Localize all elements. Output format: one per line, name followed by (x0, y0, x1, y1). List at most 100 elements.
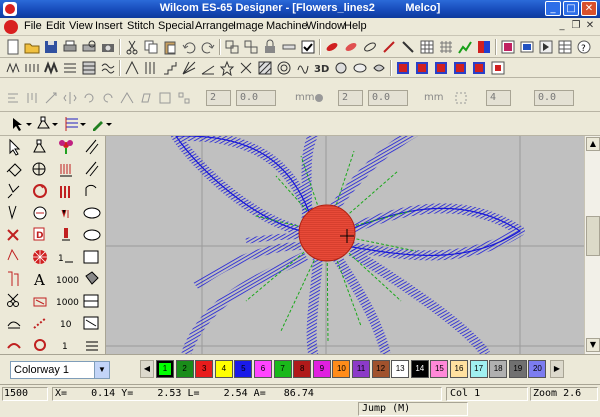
3d-icon[interactable]: 3D (314, 60, 330, 76)
rotate-right-icon[interactable] (100, 90, 116, 106)
menu-special[interactable]: Special (158, 20, 194, 32)
thread-swatch[interactable]: 4 (214, 360, 233, 378)
colorway-select[interactable]: Colorway 1 ▼ (10, 361, 110, 379)
run-stitch-icon[interactable] (24, 60, 40, 76)
document-menu-icon[interactable] (4, 20, 18, 34)
colorful-block-4-icon[interactable] (452, 60, 468, 76)
stipple-icon[interactable] (295, 60, 311, 76)
net-fill-icon[interactable] (33, 250, 47, 264)
close-button[interactable]: ✕ (581, 1, 597, 16)
star-fill-icon[interactable] (219, 60, 235, 76)
oval-icon[interactable] (83, 207, 101, 219)
paste-icon[interactable] (162, 39, 178, 55)
appliqué-icon[interactable] (352, 60, 368, 76)
pattern-icon[interactable] (8, 271, 19, 286)
grid-icon[interactable] (438, 39, 454, 55)
thread-swatch[interactable]: 15 (430, 360, 449, 378)
satin-icon[interactable] (8, 205, 17, 220)
thread-swatch[interactable]: 7 (273, 360, 292, 378)
width-value-field[interactable]: 0.0 (236, 90, 276, 106)
minimize-button[interactable]: _ (545, 1, 561, 16)
needle-icon[interactable] (381, 39, 397, 55)
number-icon[interactable]: 1000 (56, 276, 79, 286)
spacing-icon[interactable] (311, 90, 327, 106)
menu-help[interactable]: Help (344, 20, 367, 32)
thread-swatch[interactable]: 1 (156, 360, 174, 378)
bottom2-icon[interactable] (86, 341, 98, 351)
grid-icon[interactable] (83, 316, 99, 330)
chevron-down-icon[interactable]: ▼ (94, 362, 109, 378)
design-list-icon[interactable] (500, 39, 516, 55)
color-blend-icon[interactable] (476, 39, 492, 55)
thread-swatch[interactable]: 19 (508, 360, 527, 378)
chart-icon[interactable] (457, 39, 473, 55)
line-icon[interactable] (85, 139, 99, 155)
thread-swatch[interactable]: 8 (293, 360, 312, 378)
rotate-icon[interactable] (33, 184, 47, 198)
menu-window[interactable]: Window (306, 20, 345, 32)
scroll-up-icon[interactable]: ▲ (586, 137, 600, 151)
scale-icon[interactable]: 1000 (56, 298, 79, 308)
thread-swatch[interactable]: 13 (391, 360, 410, 378)
stitch-angle-icon[interactable] (64, 116, 88, 132)
palette-prev-icon[interactable]: ◀ (140, 360, 154, 378)
copy-icon[interactable] (143, 39, 159, 55)
grid-icon[interactable] (83, 294, 99, 308)
digitize-icon[interactable] (32, 162, 46, 176)
menu-edit[interactable]: Edit (46, 20, 65, 32)
thread-swatch[interactable]: 11 (352, 360, 370, 378)
thread-swatch[interactable]: 18 (489, 360, 508, 378)
maximize-button[interactable]: □ (563, 1, 579, 16)
curve-icon[interactable] (33, 206, 47, 220)
colorful-block-5-icon[interactable] (471, 60, 487, 76)
arc-icon[interactable] (85, 161, 99, 177)
height-value-field[interactable]: 0.0 (368, 90, 408, 106)
sequin-icon[interactable] (333, 60, 349, 76)
cross-stitch-icon[interactable] (238, 60, 254, 76)
hatch-fill-icon[interactable] (257, 60, 273, 76)
print-preview-icon[interactable] (81, 39, 97, 55)
bead-icon[interactable] (371, 60, 387, 76)
radial-fill-icon[interactable] (200, 60, 216, 76)
repeat-value-field[interactable]: 0.0 (534, 90, 574, 106)
stamp-icon[interactable] (7, 321, 21, 329)
scroll-down-icon[interactable]: ▼ (586, 338, 600, 352)
thread-swatch[interactable]: 12 (371, 360, 390, 378)
mdi-restore-button[interactable]: ❐ (570, 20, 582, 31)
menu-arrange[interactable]: Arrange (195, 20, 234, 32)
stitch-icon[interactable] (60, 164, 72, 177)
help-icon[interactable]: ? (576, 39, 592, 55)
motif-icon[interactable] (61, 209, 69, 218)
mirror-vertical-icon[interactable] (62, 90, 78, 106)
reshape-icon[interactable] (33, 139, 46, 153)
colorful-block-1-icon[interactable] (395, 60, 411, 76)
measure-icon[interactable] (281, 39, 297, 55)
chain-icon[interactable] (33, 317, 47, 329)
ring-icon[interactable] (34, 339, 46, 351)
sequence-icon[interactable] (62, 228, 70, 241)
checkbox-icon[interactable] (300, 39, 316, 55)
menu-view[interactable]: View (69, 20, 93, 32)
vertical-scrollbar[interactable]: ▲ ▼ (584, 136, 600, 354)
outline-leaf-icon[interactable] (362, 39, 378, 55)
palette-grid-icon[interactable] (419, 39, 435, 55)
design-canvas[interactable] (106, 136, 584, 354)
thread-swatch[interactable]: 9 (312, 360, 331, 378)
zigzag-fill-icon[interactable] (124, 60, 140, 76)
thread-swatch[interactable]: 10 (332, 360, 351, 378)
rectangle-icon[interactable] (83, 250, 99, 264)
column-icon[interactable] (60, 186, 70, 198)
select-icon[interactable] (9, 138, 21, 156)
group-icon[interactable] (224, 39, 240, 55)
menu-stitch[interactable]: Stitch (127, 20, 155, 32)
stitch-player-icon[interactable] (538, 39, 554, 55)
pen-icon[interactable] (90, 116, 114, 132)
thread-swatch[interactable]: 17 (469, 360, 488, 378)
thread-swatch[interactable]: 3 (195, 360, 214, 378)
camera-icon[interactable] (100, 39, 116, 55)
tatami-icon[interactable] (81, 60, 97, 76)
thread-swatch[interactable]: 14 (410, 360, 429, 378)
embroidery-design[interactable] (106, 136, 584, 354)
open-icon[interactable] (24, 39, 40, 55)
mirror-icon[interactable] (33, 297, 47, 307)
